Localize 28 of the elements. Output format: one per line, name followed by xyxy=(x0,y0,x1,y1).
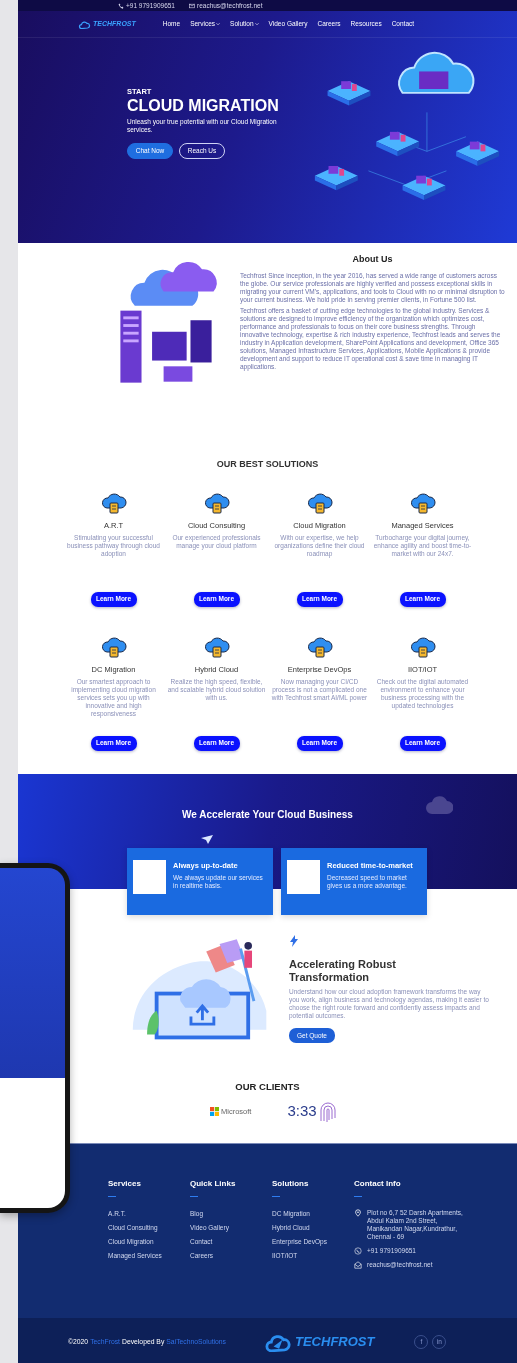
footer-heading: Quick Links xyxy=(190,1178,237,1190)
section-title: Accelerating Robust Transformation xyxy=(289,958,397,984)
cloud-shape xyxy=(426,794,453,814)
footer-heading: Contact Info xyxy=(354,1178,402,1190)
illustration-placeholder xyxy=(133,860,166,894)
mail-icon xyxy=(189,2,195,9)
cloud-logo-icon xyxy=(263,1332,293,1352)
paper-plane-icon xyxy=(201,835,213,844)
four-squares-icon xyxy=(210,1107,219,1116)
section-title: We Accelerate Your Cloud Business xyxy=(182,808,353,822)
illustration-placeholder xyxy=(287,860,320,894)
mail-icon xyxy=(354,1261,362,1269)
footer-heading: Services xyxy=(108,1178,142,1190)
lightning-icon xyxy=(289,934,299,947)
footer-heading: Solutions xyxy=(272,1178,310,1190)
about-title: About Us xyxy=(352,253,393,266)
section-title: OUR BEST SOLUTIONS xyxy=(216,458,319,471)
phone-icon xyxy=(354,1247,362,1255)
phone-icon xyxy=(118,2,124,9)
hero-title: CLOUD MIGRATION xyxy=(127,97,280,115)
fingerprint-icon xyxy=(318,1100,337,1123)
section-title: OUR CLIENTS xyxy=(235,1080,300,1094)
client-logo-text: 3:33 xyxy=(287,1101,317,1122)
caret-icon xyxy=(216,22,221,26)
location-pin-icon xyxy=(354,1209,362,1217)
cloud-logo-icon xyxy=(78,19,91,29)
caret-icon xyxy=(254,22,259,26)
logo-text: TECHFROST xyxy=(295,1333,375,1352)
